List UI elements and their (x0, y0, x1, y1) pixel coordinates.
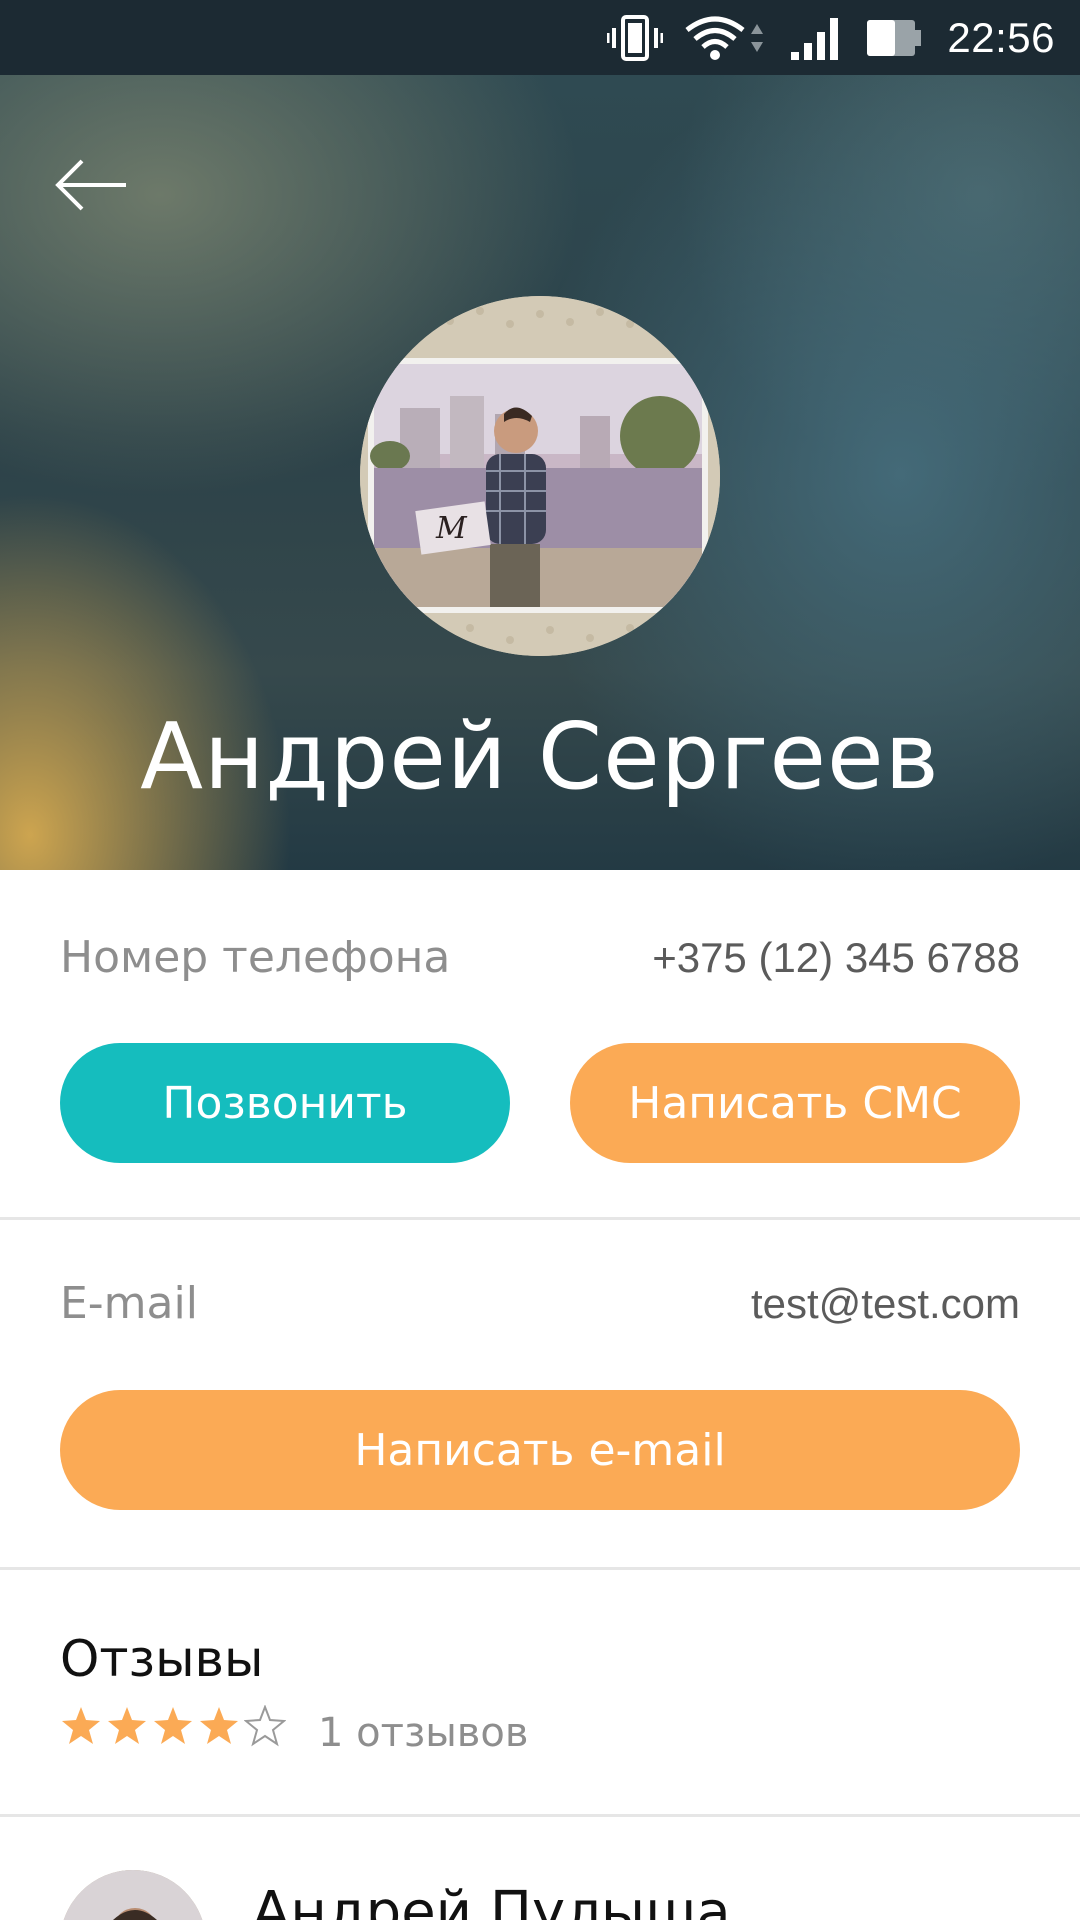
vibrate-icon (607, 14, 664, 61)
profile-header: M Андрей Сергеев (0, 75, 1080, 870)
star-filled-icon (62, 1707, 100, 1744)
reviews-count: 1 отзывов (318, 1710, 529, 1756)
contact-name: Андрей Сергеев (140, 703, 940, 810)
reviewer-avatar (60, 1870, 206, 1920)
star-filled-icon (108, 1707, 146, 1744)
svg-text:M: M (435, 511, 468, 546)
star-filled-icon (154, 1707, 192, 1744)
battery-icon (865, 16, 925, 60)
status-time: 22:56 (947, 13, 1055, 61)
email-label: E-mail (60, 1278, 198, 1329)
contact-details-screen: 22:56 M Андрей Сергеев Номер телефона +3… (0, 0, 1080, 1920)
call-button[interactable]: Позвонить (60, 1043, 510, 1163)
review-author-name: Андрей Пулыша (252, 1880, 731, 1920)
phone-section: Номер телефона +375 (12) 345 6788 Позвон… (0, 870, 1080, 1220)
phone-label: Номер телефона (60, 932, 451, 983)
sms-button[interactable]: Написать СМС (570, 1043, 1020, 1163)
email-value[interactable]: test@test.com (751, 1280, 1020, 1328)
profile-avatar: M (360, 296, 720, 656)
phone-value[interactable]: +375 (12) 345 6788 (652, 934, 1020, 982)
status-bar: 22:56 (0, 0, 1080, 75)
email-section: E-mail test@test.com Написать e-mail (0, 1220, 1080, 1570)
rating-stars (60, 1705, 286, 1747)
reviews-section[interactable] (0, 1570, 1080, 1817)
back-arrow-icon[interactable] (52, 155, 132, 215)
reviews-title: Отзывы (60, 1630, 264, 1688)
star-empty-icon (244, 1705, 286, 1747)
write-email-button[interactable]: Написать e-mail (60, 1390, 1020, 1510)
signal-icon (789, 16, 843, 60)
star-filled-icon (200, 1707, 238, 1744)
wifi-icon (685, 16, 767, 60)
